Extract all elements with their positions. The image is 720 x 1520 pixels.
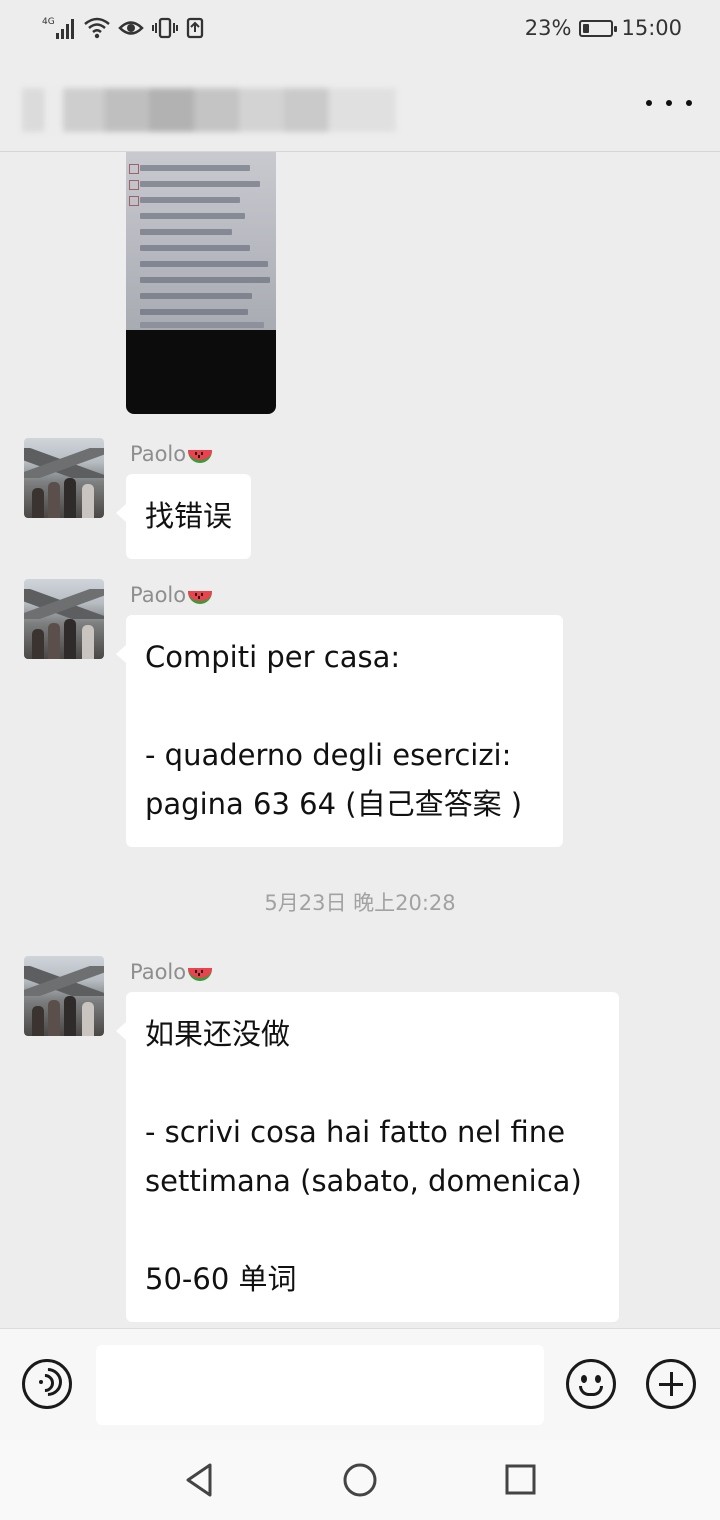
message-input[interactable]: [96, 1345, 544, 1425]
status-bar: 4G 23% 15:00: [0, 0, 720, 56]
battery-percent: 23%: [524, 16, 572, 40]
upload-icon: [186, 17, 204, 39]
wifi-icon: [84, 17, 110, 39]
emoji-button[interactable]: [566, 1359, 616, 1409]
image-message[interactable]: [126, 152, 276, 414]
photo-thumbnail: [126, 152, 276, 330]
avatar[interactable]: [24, 438, 104, 518]
vibrate-icon: [152, 17, 178, 39]
more-dots-icon: [666, 100, 672, 106]
voice-input-button[interactable]: [22, 1359, 72, 1409]
signal-icon: 4G: [42, 17, 74, 39]
watermelon-emoji-icon: [188, 450, 213, 463]
message-list[interactable]: Paolo 找错误 Paolo Compiti per casa: - quad…: [0, 152, 720, 1328]
more-functions-button[interactable]: [646, 1359, 696, 1409]
more-dots-icon: [686, 100, 692, 106]
more-dots-icon: [646, 100, 652, 106]
recent-square-icon[interactable]: [500, 1462, 540, 1498]
eye-icon: [118, 21, 144, 35]
network-type-label: 4G: [42, 17, 55, 27]
message-bubble[interactable]: Compiti per casa: - quaderno degli eserc…: [116, 615, 563, 847]
input-bar: [0, 1328, 720, 1441]
sender-name: Paolo: [130, 583, 213, 607]
message-bubble[interactable]: 找错误: [115, 474, 252, 559]
watermelon-emoji-icon: [188, 968, 213, 981]
status-icons-right: 23% 15:00: [525, 14, 682, 42]
sender-name: Paolo: [130, 442, 213, 466]
battery-level: [583, 23, 590, 33]
system-nav-bar: [0, 1440, 720, 1520]
watermelon-emoji-icon: [188, 591, 213, 604]
back-triangle-icon[interactable]: [180, 1462, 220, 1498]
sender-name: Paolo: [130, 960, 213, 984]
message-bubble[interactable]: 如果还没做 - scrivi cosa hai fatto nel fine s…: [116, 992, 619, 1322]
home-circle-icon[interactable]: [340, 1462, 380, 1498]
timestamp: 5月23日 晚上20:28: [264, 891, 456, 915]
chat-title-blurred: [22, 88, 396, 132]
chat-header: [0, 56, 720, 152]
battery-icon: [579, 19, 618, 37]
avatar[interactable]: [24, 579, 104, 659]
status-icons-left: 4G: [42, 14, 204, 42]
more-options-button[interactable]: [646, 86, 692, 120]
avatar[interactable]: [24, 956, 104, 1036]
clock: 15:00: [621, 16, 682, 40]
